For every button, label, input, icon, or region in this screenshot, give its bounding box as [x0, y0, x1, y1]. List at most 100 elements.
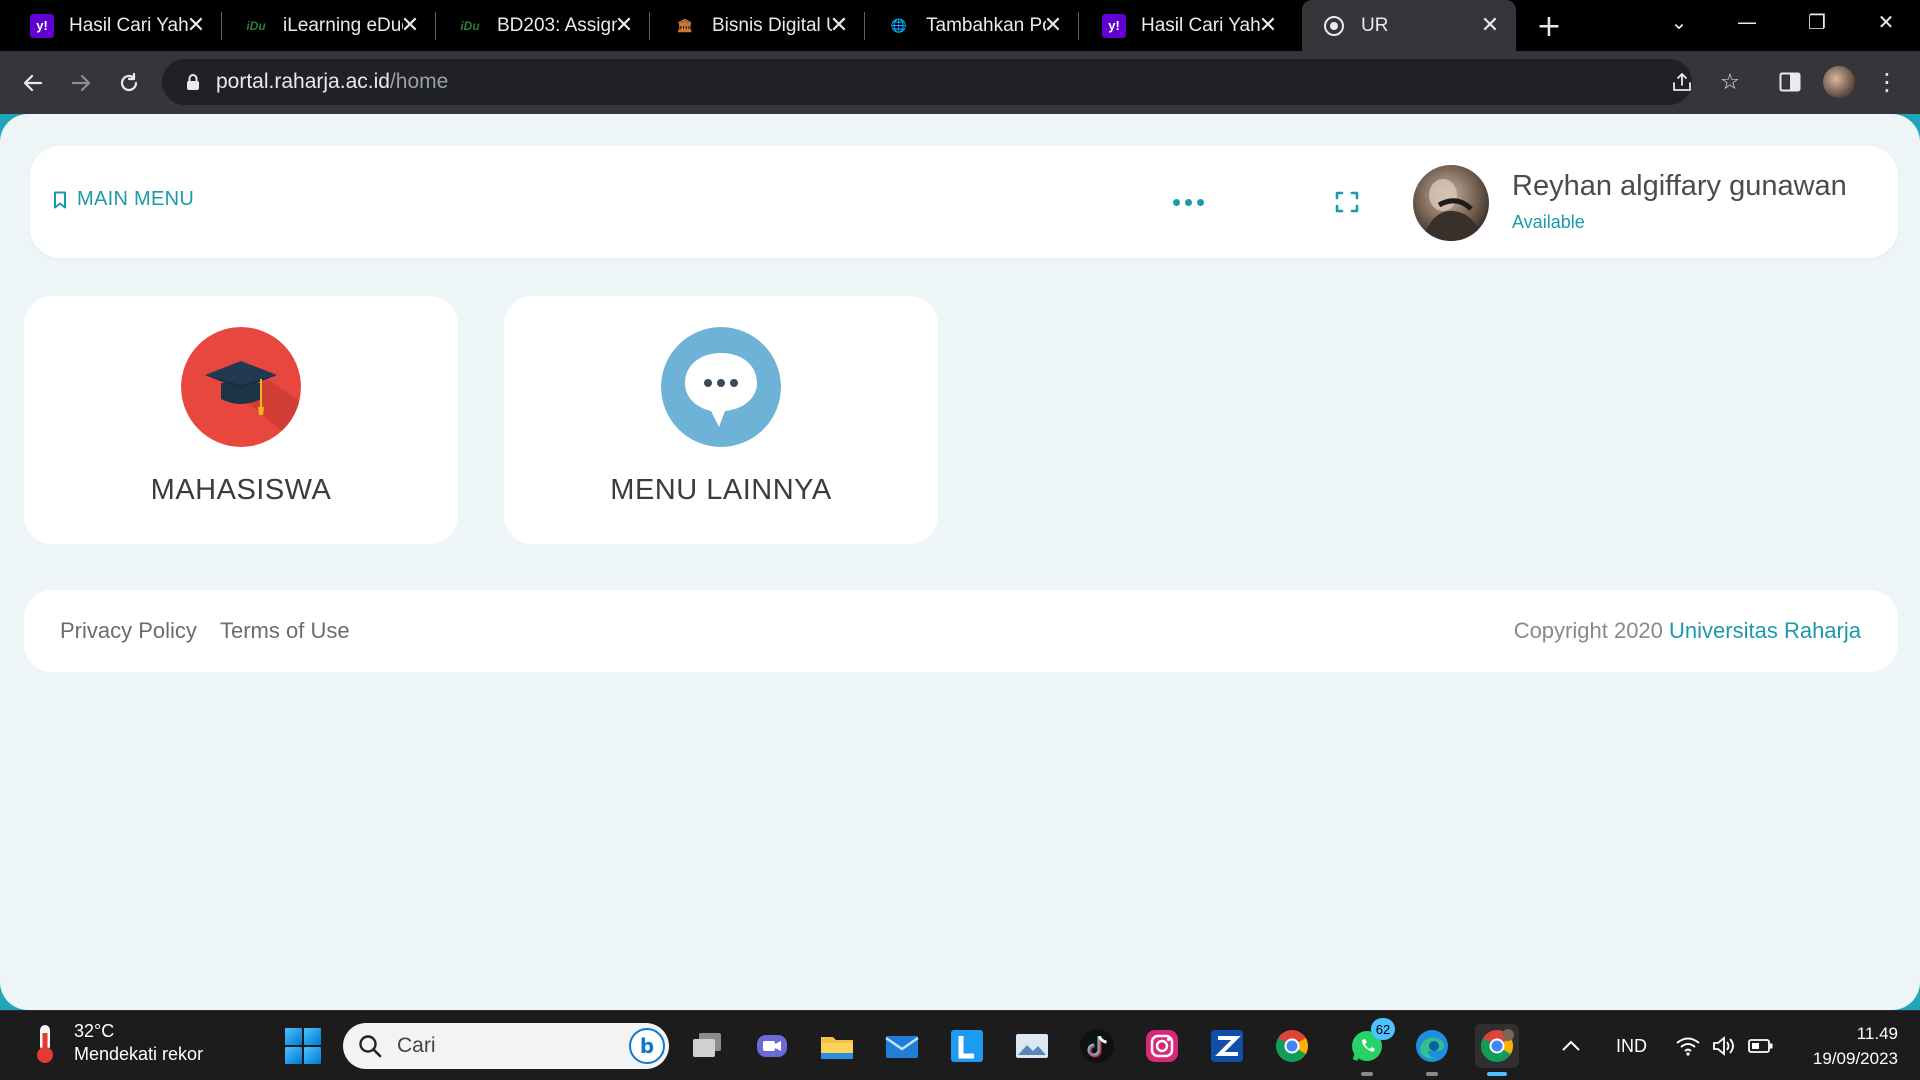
- chat-bubble-icon: [661, 327, 781, 447]
- yahoo-icon: y!: [1102, 13, 1126, 38]
- close-icon[interactable]: ✕: [612, 12, 636, 37]
- language-indicator[interactable]: IND: [1616, 1011, 1647, 1080]
- close-icon[interactable]: ✕: [398, 12, 422, 37]
- tab-title: UR: [1361, 14, 1389, 36]
- teams-chat-icon[interactable]: [750, 1024, 794, 1068]
- page-content: MAIN MENU Reyhan algiffary gunawan Avail…: [0, 114, 1920, 1010]
- system-clock[interactable]: 11.49 19/09/2023: [1813, 1021, 1898, 1071]
- terms-of-use-link[interactable]: Terms of Use: [220, 618, 350, 644]
- main-menu-link[interactable]: MAIN MENU: [53, 188, 194, 211]
- kebab-menu-icon[interactable]: ⋮: [1870, 65, 1904, 99]
- url-text: portal.raharja.ac.id/home: [216, 70, 448, 94]
- mail-icon[interactable]: [880, 1024, 924, 1068]
- page-viewport: MAIN MENU Reyhan algiffary gunawan Avail…: [0, 114, 1920, 1010]
- user-name: Reyhan algiffary gunawan: [1512, 170, 1847, 202]
- reload-icon[interactable]: [111, 65, 147, 101]
- profile-avatar-icon[interactable]: [1823, 66, 1855, 98]
- instagram-icon[interactable]: [1140, 1024, 1184, 1068]
- running-indicator: [1487, 1072, 1507, 1076]
- user-status: Available: [1512, 212, 1585, 232]
- close-icon[interactable]: ✕: [184, 12, 208, 37]
- new-tab-button[interactable]: +: [1533, 9, 1565, 44]
- side-panel-icon[interactable]: [1773, 65, 1807, 99]
- menu-card-label: MAHASISWA: [150, 474, 332, 506]
- search-icon: [359, 1035, 382, 1058]
- copyright-text: Copyright 2020: [1513, 618, 1663, 643]
- tab-title: Hasil Cari Yahoo: [69, 14, 189, 36]
- idu-icon: iDu: [246, 18, 266, 33]
- main-menu-label: MAIN MENU: [77, 188, 195, 210]
- more-options-icon[interactable]: [1160, 188, 1216, 216]
- browser-tab[interactable]: y! Hasil Cari Yahoo ✕: [0, 0, 222, 51]
- running-indicator: [1426, 1072, 1438, 1076]
- bookmark-star-icon[interactable]: ☆: [1715, 67, 1745, 97]
- zoom-z-app-icon[interactable]: [1205, 1024, 1249, 1068]
- taskbar-search[interactable]: Cari b: [343, 1023, 669, 1069]
- browser-tab[interactable]: 🌐 Tambahkan Postingan ✕: [857, 0, 1079, 51]
- share-icon[interactable]: [1667, 67, 1697, 97]
- tab-title: Bisnis Digital UR: [712, 14, 832, 36]
- privacy-policy-link[interactable]: Privacy Policy: [60, 618, 197, 644]
- yahoo-icon: y!: [30, 13, 54, 38]
- close-icon[interactable]: ✕: [1478, 12, 1502, 37]
- weather-temperature: 32°C: [74, 1021, 115, 1041]
- forward-icon[interactable]: [63, 65, 99, 101]
- weather-widget[interactable]: 32°C Mendekati rekor: [28, 1021, 203, 1065]
- ur-icon: [1322, 14, 1346, 38]
- clock-time: 11.49: [1856, 1024, 1898, 1043]
- close-icon[interactable]: ✕: [827, 12, 851, 37]
- browser-tab[interactable]: 🏛 Bisnis Digital UR ✕: [643, 0, 865, 51]
- battery-icon[interactable]: [1748, 1011, 1774, 1080]
- whatsapp-icon[interactable]: 62: [1345, 1018, 1395, 1076]
- fullscreen-icon[interactable]: [1332, 188, 1362, 216]
- window-close-icon[interactable]: ✕: [1858, 0, 1914, 44]
- file-explorer-icon[interactable]: [815, 1024, 859, 1068]
- graduation-cap-icon: [181, 327, 301, 447]
- lock-icon[interactable]: [182, 73, 204, 91]
- browser-tab[interactable]: iDu iLearning eDucation ✕: [214, 0, 436, 51]
- wifi-icon[interactable]: [1675, 1011, 1701, 1080]
- photos-icon[interactable]: [1010, 1024, 1054, 1068]
- menu-card-menu-lainnya[interactable]: MENU LAINNYA: [504, 296, 938, 544]
- close-icon[interactable]: ✕: [1041, 12, 1065, 37]
- close-icon[interactable]: ✕: [1256, 12, 1280, 37]
- university-link[interactable]: Universitas Raharja: [1669, 618, 1861, 643]
- search-placeholder: Cari: [397, 1034, 436, 1057]
- tray-overflow-icon[interactable]: [1560, 1011, 1582, 1080]
- address-bar[interactable]: portal.raharja.ac.id/home ☆: [162, 59, 1740, 105]
- tiktok-icon[interactable]: [1075, 1024, 1119, 1068]
- browser-tab-strip: y! Hasil Cari Yahoo ✕ iDu iLearning eDuc…: [0, 0, 1920, 51]
- digital-icon: 🏛: [676, 17, 694, 33]
- tab-title: BD203: Assignment: [497, 14, 617, 36]
- l-app-icon[interactable]: [945, 1024, 989, 1068]
- minimize-icon[interactable]: —: [1719, 0, 1775, 44]
- browser-toolbar: portal.raharja.ac.id/home ☆ ⋮: [0, 51, 1920, 114]
- windows-taskbar: 32°C Mendekati rekor Cari b 62 IND 11.49…: [0, 1010, 1920, 1080]
- menu-card-label: MENU LAINNYA: [610, 474, 832, 506]
- copyright: Copyright 2020 Universitas Raharja: [1514, 618, 1861, 644]
- weather-description: Mendekati rekor: [74, 1044, 204, 1064]
- globe-icon: 🌐: [890, 17, 908, 33]
- idu-icon: iDu: [460, 18, 480, 33]
- notification-badge: 62: [1371, 1018, 1395, 1040]
- browser-tab[interactable]: y! Hasil Cari Yahoo ✕: [1072, 0, 1294, 51]
- back-icon[interactable]: [15, 65, 51, 101]
- tab-search-chevron-icon[interactable]: ⌄: [1651, 0, 1707, 44]
- url-path: /home: [389, 70, 449, 93]
- restore-icon[interactable]: ❐: [1789, 0, 1845, 44]
- volume-icon[interactable]: [1711, 1011, 1737, 1080]
- browser-tab-active[interactable]: UR ✕: [1302, 0, 1516, 51]
- clock-date: 19/09/2023: [1812, 1049, 1898, 1068]
- menu-card-mahasiswa[interactable]: MAHASISWA: [24, 296, 458, 544]
- chrome-icon[interactable]: [1270, 1024, 1314, 1068]
- user-avatar[interactable]: [1413, 165, 1489, 241]
- edge-icon[interactable]: [1410, 1024, 1454, 1076]
- thermometer-icon: [37, 1025, 53, 1063]
- tab-title: Hasil Cari Yahoo: [1141, 14, 1261, 36]
- tab-title: iLearning eDucation: [283, 14, 403, 36]
- bing-icon[interactable]: b: [629, 1028, 665, 1064]
- browser-tab[interactable]: iDu BD203: Assignment ✕: [428, 0, 650, 51]
- chrome-profile-active-icon[interactable]: [1475, 1024, 1519, 1076]
- task-view-icon[interactable]: [685, 1024, 729, 1068]
- start-button[interactable]: [285, 1028, 321, 1064]
